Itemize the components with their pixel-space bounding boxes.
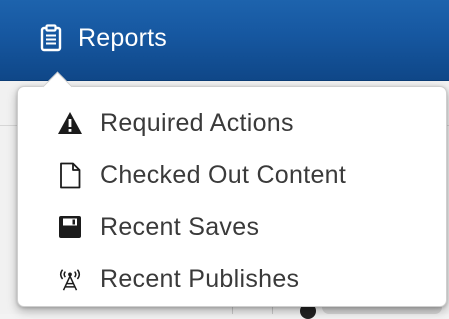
menu-item-checked-out-content[interactable]: Checked Out Content bbox=[18, 149, 446, 201]
document-icon bbox=[57, 162, 83, 188]
menu-item-required-actions[interactable]: Required Actions bbox=[18, 97, 446, 149]
clipboard-icon bbox=[40, 24, 62, 52]
menu-item-recent-publishes[interactable]: Recent Publishes bbox=[18, 253, 446, 305]
warning-icon bbox=[57, 110, 83, 136]
menu-item-recent-saves[interactable]: Recent Saves bbox=[18, 201, 446, 253]
menu-item-label: Required Actions bbox=[100, 108, 294, 137]
broadcast-tower-icon bbox=[57, 266, 83, 292]
menu-item-label: Checked Out Content bbox=[100, 160, 347, 189]
floppy-disk-icon bbox=[57, 214, 83, 240]
top-navbar: Reports bbox=[0, 0, 449, 81]
reports-dropdown-menu: Required Actions Checked Out Content Rec… bbox=[17, 71, 447, 307]
reports-label: Reports bbox=[78, 23, 167, 52]
menu-item-label: Recent Publishes bbox=[100, 264, 300, 293]
menu-list: Required Actions Checked Out Content Rec… bbox=[18, 97, 446, 305]
reports-menu-button[interactable]: Reports bbox=[40, 18, 167, 58]
menu-item-label: Recent Saves bbox=[100, 212, 260, 241]
